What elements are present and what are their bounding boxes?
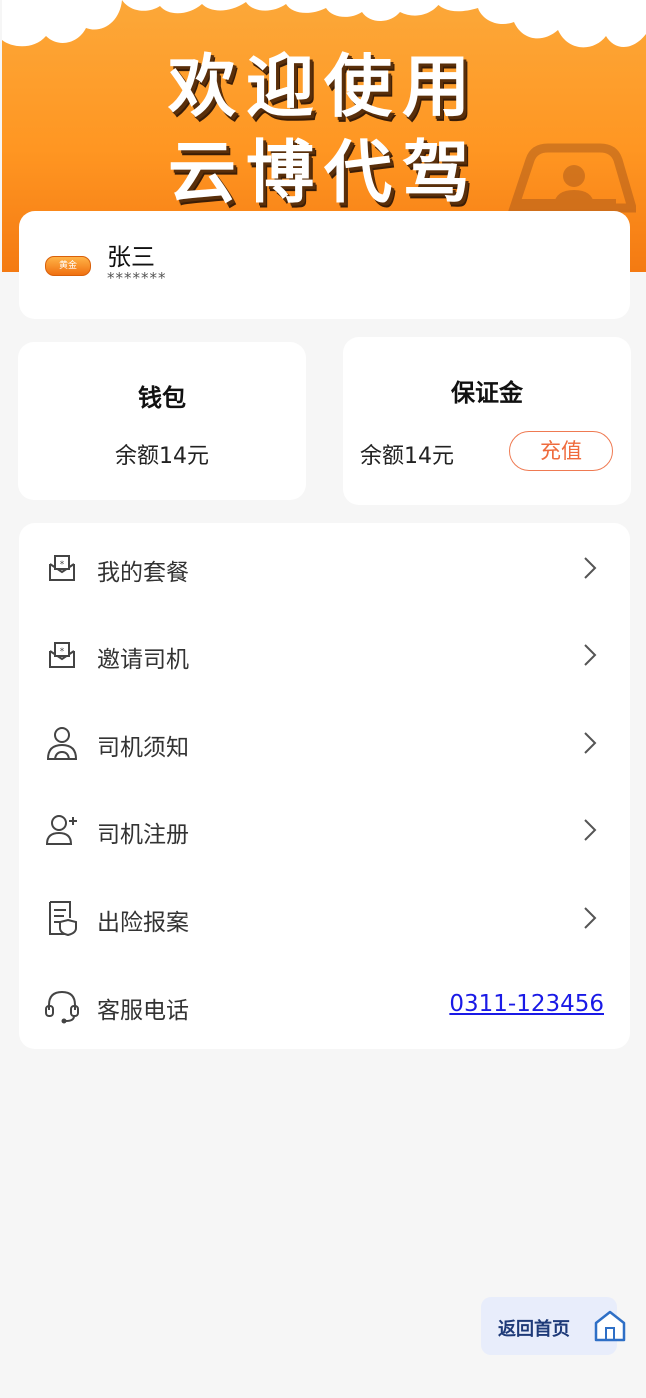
member-level-badge: 黄金 — [45, 256, 91, 276]
menu-item-driver-notice[interactable]: 司机须知 — [19, 700, 630, 787]
menu-item-driver-register[interactable]: 司机注册 — [19, 787, 630, 874]
chevron-right-icon — [584, 819, 597, 841]
svg-text:*: * — [60, 647, 65, 657]
insurance-document-icon — [49, 901, 77, 936]
menu-item-accident-report[interactable]: 出险报案 — [19, 875, 630, 962]
return-home-label: 返回首页 — [498, 1319, 570, 1340]
deposit-title: 保证金 — [451, 379, 523, 407]
menu-item-label: 出险报案 — [97, 910, 189, 936]
user-phone-masked: ******* — [107, 269, 167, 287]
service-phone-link[interactable]: 0311-123456 — [449, 991, 604, 1017]
chevron-right-icon — [584, 732, 597, 754]
deposit-balance: 余额14元 — [360, 444, 454, 469]
wallet-title: 钱包 — [138, 384, 186, 412]
menu-item-label: 司机注册 — [97, 822, 189, 848]
menu-item-label: 客服电话 — [97, 998, 189, 1024]
recharge-button[interactable]: 充值 — [509, 431, 613, 471]
menu-item-label: 我的套餐 — [97, 560, 189, 586]
headset-icon — [45, 990, 79, 1024]
menu-item-label: 司机须知 — [97, 735, 189, 761]
home-icon — [594, 1310, 626, 1342]
svg-text:*: * — [60, 560, 65, 570]
return-home-button[interactable]: 返回首页 — [481, 1297, 626, 1355]
envelope-star-icon: * — [49, 555, 75, 581]
menu-item-label: 邀请司机 — [97, 647, 189, 673]
driver-icon — [46, 727, 78, 760]
chevron-right-icon — [584, 557, 597, 579]
wallet-balance: 余额14元 — [115, 444, 209, 469]
menu-list: * 我的套餐 * 邀请司机 司机须知 司机注册 出险报案 客服电话 0311-1… — [19, 523, 630, 1049]
user-name: 张三 — [107, 243, 155, 271]
envelope-star-icon: * — [49, 642, 75, 668]
profile-card[interactable]: 黄金 张三 ******* — [19, 211, 630, 319]
add-user-icon — [45, 815, 77, 845]
chevron-right-icon — [584, 644, 597, 666]
wallet-card[interactable]: 钱包 余额14元 — [18, 342, 306, 500]
menu-item-invite-driver[interactable]: * 邀请司机 — [19, 612, 630, 699]
deposit-card: 保证金 余额14元 充值 — [343, 337, 631, 505]
banner-title-line1: 欢迎使用 — [167, 48, 480, 127]
menu-item-customer-service: 客服电话 0311-123456 — [19, 963, 630, 1050]
chevron-right-icon — [584, 907, 597, 929]
menu-item-my-package[interactable]: * 我的套餐 — [19, 525, 630, 612]
